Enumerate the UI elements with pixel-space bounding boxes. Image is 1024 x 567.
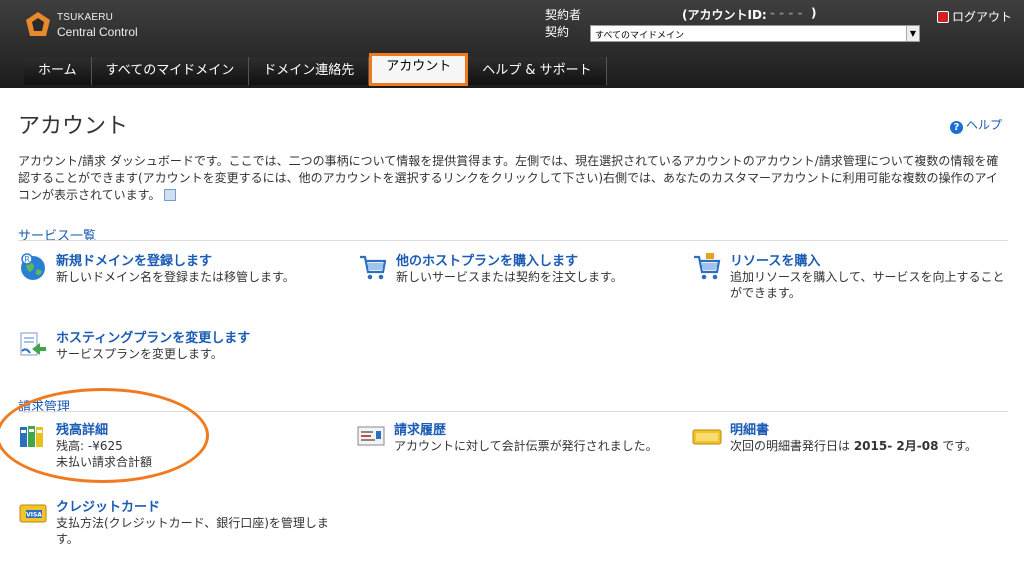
change-plan-icon xyxy=(20,332,46,356)
credit-card-icon: VISA xyxy=(19,504,47,523)
brand-line1: TSUKAERU xyxy=(57,12,114,23)
highlight-annotation xyxy=(0,388,209,483)
tab-domain-contacts[interactable]: ドメイン連絡先 xyxy=(249,57,370,85)
contract-select[interactable]: すべてのマイドメイン ▼ xyxy=(590,25,920,42)
billing-history-link[interactable]: 請求履歴 xyxy=(394,419,446,438)
account-id-value: - - - - xyxy=(770,6,803,20)
chevron-down-icon: ▼ xyxy=(906,26,919,41)
account-info: 契約者 (アカウントID: - - - - ) 契約 すべてのマイドメイン ▼ xyxy=(545,4,925,44)
brand-line2: Central Control xyxy=(57,25,138,39)
services-divider xyxy=(18,240,1008,241)
register-domain-desc: 新しいドメイン名を登録または移管します。 xyxy=(56,270,295,284)
logout-link[interactable]: ログアウト xyxy=(937,8,1012,25)
services-section-title: サービス一覧 xyxy=(18,229,97,244)
page-title: アカウント xyxy=(18,114,129,139)
svg-text:VISA: VISA xyxy=(26,512,42,519)
cart-plus-icon xyxy=(694,253,721,280)
buy-resources-desc: 追加リソースを購入して、サービスを向上することができます。 xyxy=(730,270,1005,300)
help-label: ヘルプ xyxy=(966,118,1003,132)
logout-icon xyxy=(937,11,949,23)
intro-text: アカウント/請求 ダッシュボードです。ここでは、二つの事柄について情報を提供賞得… xyxy=(18,153,1008,204)
owner-label: 契約者 xyxy=(545,8,582,22)
change-plan-desc: サービスプランを変更します。 xyxy=(56,347,223,361)
buy-host-plan-desc: 新しいサービスまたは契約を注文します。 xyxy=(396,270,623,284)
tab-home[interactable]: ホーム xyxy=(24,57,92,85)
credit-card-desc: 支払方法(クレジットカード、銀行口座)を管理します。 xyxy=(56,516,329,546)
top-header: TSUKAERU Central Control 契約者 (アカウントID: -… xyxy=(0,0,1024,88)
main-nav: ホーム すべてのマイドメイン ドメイン連絡先 アカウント ヘルプ & サポート xyxy=(24,53,607,86)
brand-logo[interactable]: TSUKAERU Central Control xyxy=(24,8,154,42)
contract-select-value: すべてのマイドメイン xyxy=(595,31,685,41)
credit-card-link[interactable]: クレジットカード xyxy=(56,496,160,515)
account-id-label: (アカウントID: xyxy=(682,8,767,22)
tab-help-support[interactable]: ヘルプ & サポート xyxy=(468,57,607,85)
tab-account[interactable]: アカウント xyxy=(369,53,469,86)
billing-history-desc: アカウントに対して会計伝票が発行されました。 xyxy=(394,439,658,453)
help-icon: ? xyxy=(950,121,963,134)
statement-desc-suffix: です。 xyxy=(938,439,978,453)
account-id-close: ) xyxy=(811,6,817,20)
register-domain-link[interactable]: 新規ドメインを登録します xyxy=(56,250,212,269)
buy-resources-link[interactable]: リソースを購入 xyxy=(730,250,820,269)
contract-label: 契約 xyxy=(545,25,570,39)
statement-icon xyxy=(692,429,722,445)
tab-all-domains[interactable]: すべてのマイドメイン xyxy=(91,57,250,85)
logout-label: ログアウト xyxy=(952,10,1013,24)
svg-text:R: R xyxy=(24,255,30,264)
statement-desc: 次回の明細書発行日は 2015- 2月-08 です。 xyxy=(730,438,1024,454)
cart-icon xyxy=(360,255,387,280)
logo-mark-icon xyxy=(26,12,50,36)
invoice-icon xyxy=(357,426,385,446)
info-icon[interactable] xyxy=(164,189,177,201)
help-link[interactable]: ? ヘルプ xyxy=(950,116,1002,134)
statement-date: 2015- 2月-08 xyxy=(853,439,939,453)
change-plan-link[interactable]: ホスティングプランを変更します xyxy=(56,327,250,346)
statement-desc-prefix: 次回の明細書発行日は xyxy=(730,439,854,453)
statement-link[interactable]: 明細書 xyxy=(730,419,769,438)
globe-icon: R xyxy=(21,253,45,280)
buy-host-plan-link[interactable]: 他のホストプランを購入します xyxy=(396,250,578,269)
